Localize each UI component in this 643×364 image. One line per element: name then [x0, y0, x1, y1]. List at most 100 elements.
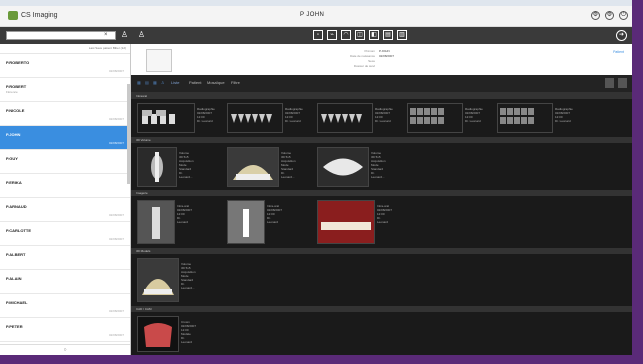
print-icon[interactable]: [618, 78, 627, 88]
preferences-icon[interactable]: ⚙: [605, 11, 614, 20]
tile-meta-line: Volume 3D 5x5: [181, 262, 192, 270]
tile-meta-line: Acquisition Mode: [281, 159, 296, 167]
tile-meta-line: Dr. Leonard: [465, 119, 481, 123]
tile-meta: Radiographie 02/08/2007 12:00 Dr. Leonard: [375, 107, 393, 123]
view-list-icon[interactable]: ▦: [137, 80, 141, 85]
export-icon[interactable]: [605, 78, 614, 88]
patient-link[interactable]: Patient: [613, 50, 624, 54]
xray-thumbnail[interactable]: [137, 200, 175, 244]
patient-row[interactable]: P.ARNAUD 02/08/2007: [0, 198, 130, 222]
patient-list: Last Save patient Biber (12) P.ROBERTO 02…: [0, 44, 131, 355]
patient-date: 02/08/2007: [108, 117, 124, 121]
titlebar: CS Imaging P JOHN ⚙ ⚙ ⏻: [0, 6, 632, 27]
tile-meta: Intra-oral 02/08/2007 12:00 Dr. Leonard: [377, 204, 392, 224]
patient-name: P.NICOLE: [6, 108, 25, 113]
power-icon[interactable]: ⏻: [619, 11, 628, 20]
tile-meta-line: Dr. Leonard: [555, 119, 571, 123]
patient-name: P.ALBERT: [6, 252, 26, 257]
arch-thumbnail[interactable]: [317, 147, 369, 187]
patient-row[interactable]: P.GUY: [0, 150, 130, 174]
section-header[interactable]: Imagerie: [131, 190, 632, 196]
cbct-thumbnail[interactable]: [137, 147, 177, 187]
tile-meta-line: Dr. Leonard: [285, 119, 301, 123]
tile-meta-line: Acquisition Mode: [179, 159, 194, 167]
model-thumbnail[interactable]: [137, 258, 179, 302]
patient-row[interactable]: P.PETER 02/08/2007: [0, 318, 130, 342]
main-toolbar: × ♙ ♙ ▫ ⌁ ◠ ◫ ◧ ▤ ▥ ➜: [0, 27, 632, 44]
settings-icon[interactable]: ⚙: [591, 11, 600, 20]
patient-list-scrollbar[interactable]: [127, 84, 130, 184]
patient-list-footer[interactable]: ○: [0, 344, 130, 355]
patient-row[interactable]: P.CARLOTTE 02/08/2007: [0, 222, 130, 246]
xray-implant-thumbnail[interactable]: [227, 200, 265, 244]
cs-logo-icon: [8, 11, 18, 20]
section-header[interactable]: CAD / CAM: [131, 306, 632, 312]
patient-row[interactable]: P.NICOLE 02/08/2007: [0, 102, 130, 126]
patient-date: 02/08/2007: [108, 213, 124, 217]
patient-photo-placeholder[interactable]: [146, 49, 172, 72]
image-section: Imagerie Intra-oral 02/08/2007 12:00 Dr. Le…: [131, 190, 632, 248]
clear-search-icon[interactable]: ×: [104, 32, 108, 38]
app-window: CS Imaging P JOHN ⚙ ⚙ ⏻ × ♙ ♙ ▫ ⌁ ◠ ◫ ◧ …: [0, 0, 632, 355]
tile-meta: Radiographie 02/08/2007 12:00 Dr. Leonard: [465, 107, 483, 123]
tile-meta-line: 02/08/2007 12:00: [377, 208, 393, 216]
patient-row[interactable]: P.MICHAEL 02/08/2007: [0, 294, 130, 318]
viewer-tab[interactable]: Liste: [171, 80, 179, 85]
acquire-scan-button[interactable]: ▥: [397, 30, 407, 40]
tile-meta: Volume 3D 5x5 Acquisition Mode Standard Dr.…: [281, 151, 296, 179]
tile-meta-line: Volume 3D 5x5: [281, 151, 292, 159]
view-grid-icon[interactable]: ▦: [153, 80, 157, 85]
patient-list-header: Last Save patient Biber (12): [0, 44, 130, 54]
tile-meta-line: 02/08/2007 12:00: [267, 208, 283, 216]
tooth-icon[interactable]: ♙: [120, 30, 129, 40]
viewer-tab[interactable]: Filtre: [231, 80, 240, 85]
tile-meta-line: Volume 3D 5x5: [179, 151, 190, 159]
viewer-tab[interactable]: Mosaïque: [207, 80, 225, 85]
view-tooth-icon[interactable]: ♙: [161, 80, 165, 85]
bitewings-thumbnail[interactable]: [227, 103, 283, 133]
tooth-add-icon[interactable]: ♙: [137, 30, 146, 40]
bitewings-thumbnail[interactable]: [317, 103, 373, 133]
gums-thumbnail[interactable]: [317, 200, 375, 244]
tile-meta-line: Dr. Leonard...: [371, 171, 385, 179]
app-logo: CS Imaging: [8, 11, 58, 20]
intraoral-fmx-thumbnail[interactable]: [137, 103, 195, 133]
patient-row[interactable]: P.ALAIN: [0, 270, 130, 294]
patient-row[interactable]: P.ROBERTO 02/08/2007: [0, 54, 130, 78]
patient-row[interactable]: P.ALBERT: [0, 246, 130, 270]
image-viewer: ▦ ▤ ▦ ♙ Liste Patient Mosaïque Filtre In…: [131, 75, 632, 355]
patient-row[interactable]: P.ROBERT Florence: [0, 78, 130, 102]
tile-meta: Volume 3D 5x5 Acquisition Mode Standard Dr.…: [371, 151, 386, 179]
section-header[interactable]: Intraoral: [131, 93, 632, 99]
view-timeline-icon[interactable]: ▤: [145, 80, 149, 85]
viewer-tab[interactable]: Patient: [189, 80, 201, 85]
patient-info-bar: Prénom Date de naissance Sexe Dossier de…: [131, 44, 632, 76]
patient-name: P.ERIKA: [6, 180, 22, 185]
section-header[interactable]: 3D Volume: [131, 137, 632, 143]
section-header[interactable]: 3D Models: [131, 248, 632, 254]
acquire-intraoral-button[interactable]: ▫: [313, 30, 323, 40]
patient-name: P.ROBERT: [6, 84, 27, 89]
tile-meta-line: 02/08/2007 12:00: [181, 324, 197, 332]
patient-date: 02/08/2007: [108, 69, 124, 73]
acquire-3d-button[interactable]: ◫: [355, 30, 365, 40]
tile-meta: Intra-oral 02/08/2007 12:00 Dr. Leonard: [177, 204, 192, 224]
acquire-model-button[interactable]: ▤: [383, 30, 393, 40]
acquire-camera-button[interactable]: ◧: [369, 30, 379, 40]
crown-thumbnail[interactable]: [137, 316, 179, 352]
patient-row[interactable]: P.JOHN 02/08/2007: [0, 126, 130, 150]
tile-meta-line: Dr. Leonard: [377, 216, 389, 224]
photo-grid-thumbnail[interactable]: [407, 103, 463, 133]
image-section: 3D Models Volume 3D 5x5 Acquisition Mode St…: [131, 248, 632, 306]
skull-thumbnail[interactable]: [227, 147, 279, 187]
photo-grid-thumbnail[interactable]: [497, 103, 553, 133]
acquire-panoramic-button[interactable]: ⌁: [327, 30, 337, 40]
tile-meta-line: Acquisition Mode: [181, 270, 196, 278]
patient-name: P.ARNAUD: [6, 204, 27, 209]
tile-meta-line: 02/08/2007 12:00: [555, 111, 571, 119]
tile-meta-line: 02/08/2007 12:00: [197, 111, 213, 119]
search-input[interactable]: [6, 31, 116, 40]
next-arrow-icon[interactable]: ➜: [616, 30, 627, 41]
acquire-cephalometric-button[interactable]: ◠: [341, 30, 351, 40]
patient-row[interactable]: P.ERIKA: [0, 174, 130, 198]
